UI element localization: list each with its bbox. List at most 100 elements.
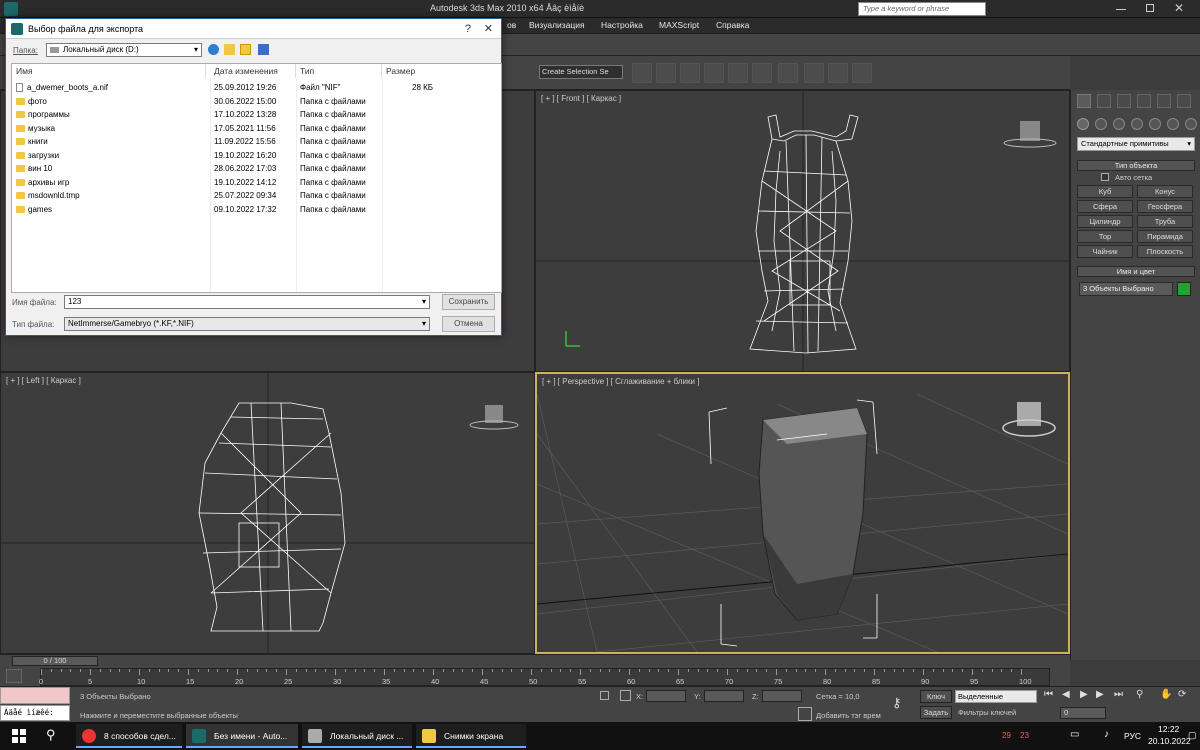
helpers-icon[interactable]: [1149, 118, 1161, 130]
mirror-icon[interactable]: [632, 63, 652, 83]
render-icon[interactable]: [852, 63, 872, 83]
pyramid-button[interactable]: Пирамида: [1137, 230, 1193, 243]
task-3dsmax[interactable]: Без имени - Auto...: [186, 724, 298, 748]
task-browser[interactable]: 8 способов сдел...: [76, 724, 182, 748]
next-frame-icon[interactable]: ▶: [1096, 689, 1104, 700]
task-screenshots[interactable]: Снимки экрана: [416, 724, 526, 748]
tube-button[interactable]: Труба: [1137, 215, 1193, 228]
motion-tab-icon[interactable]: [1137, 94, 1151, 108]
search-box[interactable]: Type a keyword or phrase: [858, 2, 986, 16]
material-editor-icon[interactable]: [778, 63, 798, 83]
goto-end-icon[interactable]: ⏭: [1114, 689, 1123, 700]
filename-input[interactable]: 123 ▾: [64, 295, 430, 309]
object-name-field[interactable]: 3 Объекты Выбрано: [1079, 282, 1173, 296]
create-tab-icon[interactable]: [1077, 94, 1091, 108]
file-row[interactable]: вин 10 28.06.2022 17:03 Папка с файлами: [12, 162, 504, 176]
play-icon[interactable]: ▶: [1080, 689, 1088, 700]
schematic-icon[interactable]: [752, 63, 772, 83]
viewport-front[interactable]: [ + ] [ Front ] [ Каркас ]: [535, 90, 1070, 372]
volume-icon[interactable]: ♪: [1104, 729, 1109, 740]
set-key-button[interactable]: Задать: [920, 706, 952, 719]
key-mode-dropdown[interactable]: Выделенные: [955, 690, 1037, 703]
auto-grid-checkbox[interactable]: [1101, 173, 1109, 181]
maxscript-input[interactable]: Àäåé ìíæêé:: [0, 705, 70, 721]
file-row[interactable]: загрузки 19.10.2022 16:20 Папка с файлами: [12, 149, 504, 163]
file-row[interactable]: games 09.10.2022 17:32 Папка с файлами: [12, 203, 504, 217]
key-filters-button[interactable]: Фильтры ключей: [958, 707, 1038, 720]
box-button[interactable]: Куб: [1077, 185, 1133, 198]
modify-tab-icon[interactable]: [1097, 94, 1111, 108]
selection-set-dropdown[interactable]: Create Selection Se: [539, 65, 623, 79]
language-indicator[interactable]: РУС: [1124, 731, 1141, 741]
file-row[interactable]: фото 30.06.2022 15:00 Папка с файлами: [12, 95, 504, 109]
add-time-tag-button[interactable]: [798, 707, 812, 721]
sphere-button[interactable]: Сфера: [1077, 200, 1133, 213]
cancel-button[interactable]: Отмена: [442, 316, 495, 332]
file-row[interactable]: msdownld.tmp 25.07.2022 09:34 Папка с файл…: [12, 189, 504, 203]
task-local-disk[interactable]: Локальный диск ...: [302, 724, 412, 748]
time-slider[interactable]: 0 / 100: [12, 656, 98, 666]
menu-item-help[interactable]: Справка: [716, 20, 749, 30]
filetype-select[interactable]: NetImmerse/Gamebryo (*.KF,*.NIF) ▾: [64, 317, 430, 331]
cylinder-button[interactable]: Цилиндр: [1077, 215, 1133, 228]
zoom-icon[interactable]: ⚲: [1136, 689, 1143, 700]
cameras-icon[interactable]: [1131, 118, 1143, 130]
name-color-rollout[interactable]: Имя и цвет: [1077, 266, 1195, 277]
column-header-type[interactable]: Тип: [296, 64, 382, 78]
clock-date[interactable]: 20.10.2022: [1148, 736, 1191, 746]
object-color-swatch[interactable]: [1177, 282, 1191, 296]
x-coord-field[interactable]: [646, 690, 686, 702]
time-ruler[interactable]: 0 5 10 15 20 25 30 35 40 45 50 55 60 65 70 75 80 85 90 95 10…: [39, 668, 1050, 686]
object-type-rollout[interactable]: Тип объекта: [1077, 160, 1195, 171]
up-folder-icon[interactable]: [224, 44, 235, 55]
shapes-icon[interactable]: [1095, 118, 1107, 130]
hierarchy-tab-icon[interactable]: [1117, 94, 1131, 108]
z-coord-field[interactable]: [762, 690, 802, 702]
utilities-tab-icon[interactable]: [1177, 94, 1191, 108]
search-icon[interactable]: ⚲: [46, 727, 56, 743]
spacewarps-icon[interactable]: [1167, 118, 1179, 130]
geometry-icon[interactable]: [1077, 118, 1089, 130]
render-setup-icon[interactable]: [804, 63, 824, 83]
clock-time[interactable]: 12:22: [1158, 724, 1179, 734]
view-menu-icon[interactable]: [258, 44, 269, 55]
scene-explorer-icon[interactable]: [704, 63, 724, 83]
back-icon[interactable]: [208, 44, 219, 55]
menu-item-1[interactable]: ов: [507, 20, 516, 30]
lock-icon[interactable]: [600, 691, 609, 700]
geosphere-button[interactable]: Геосфера: [1137, 200, 1193, 213]
file-row[interactable]: программы 17.10.2022 13:28 Папка с файлами: [12, 108, 504, 122]
dialog-close-icon[interactable]: ✕: [484, 19, 493, 39]
file-row[interactable]: музыка 17.05.2021 11:56 Папка с файлами: [12, 122, 504, 136]
y-coord-field[interactable]: [704, 690, 744, 702]
teapot-button[interactable]: Чайник: [1077, 245, 1133, 258]
orbit-icon[interactable]: ⟳: [1178, 689, 1186, 700]
lights-icon[interactable]: [1113, 118, 1125, 130]
add-time-tag-label[interactable]: Добавить тэг врем: [816, 711, 881, 720]
viewport-perspective[interactable]: [ + ] [ Perspective ] [ Сглаживание + бл…: [535, 372, 1070, 654]
plane-button[interactable]: Плоскость: [1137, 245, 1193, 258]
torus-button[interactable]: Тор: [1077, 230, 1133, 243]
new-folder-icon[interactable]: [240, 44, 251, 55]
column-header-date[interactable]: Дата изменения: [210, 64, 296, 78]
pan-icon[interactable]: ✋: [1160, 689, 1172, 700]
menu-item-render[interactable]: Визуализация: [529, 20, 585, 30]
folder-dropdown[interactable]: Локальный диск (D:) ▾: [46, 43, 202, 57]
cone-button[interactable]: Конус: [1137, 185, 1193, 198]
curve-editor-icon[interactable]: [728, 63, 748, 83]
network-icon[interactable]: ▭: [1070, 729, 1079, 740]
dialog-help-icon[interactable]: ?: [465, 19, 471, 39]
absolute-mode-icon[interactable]: [620, 690, 631, 701]
current-frame-field[interactable]: 0: [1060, 707, 1106, 719]
primitive-type-dropdown[interactable]: Стандартные примитивы ▾: [1077, 137, 1195, 151]
align-icon[interactable]: [656, 63, 676, 83]
file-row[interactable]: a_dwemer_boots_a.nif 25.09.2012 19:26 Файл…: [12, 81, 504, 95]
column-header-name[interactable]: Имя: [12, 64, 206, 78]
file-row[interactable]: книги 11.09.2022 15:56 Папка с файлами: [12, 135, 504, 149]
prev-frame-icon[interactable]: ◀: [1062, 689, 1070, 700]
maxscript-listener[interactable]: [0, 687, 70, 704]
auto-key-button[interactable]: Ключ: [920, 690, 952, 703]
layer-icon[interactable]: [680, 63, 700, 83]
systems-icon[interactable]: [1185, 118, 1197, 130]
menu-item-customize[interactable]: Настройка: [601, 20, 643, 30]
